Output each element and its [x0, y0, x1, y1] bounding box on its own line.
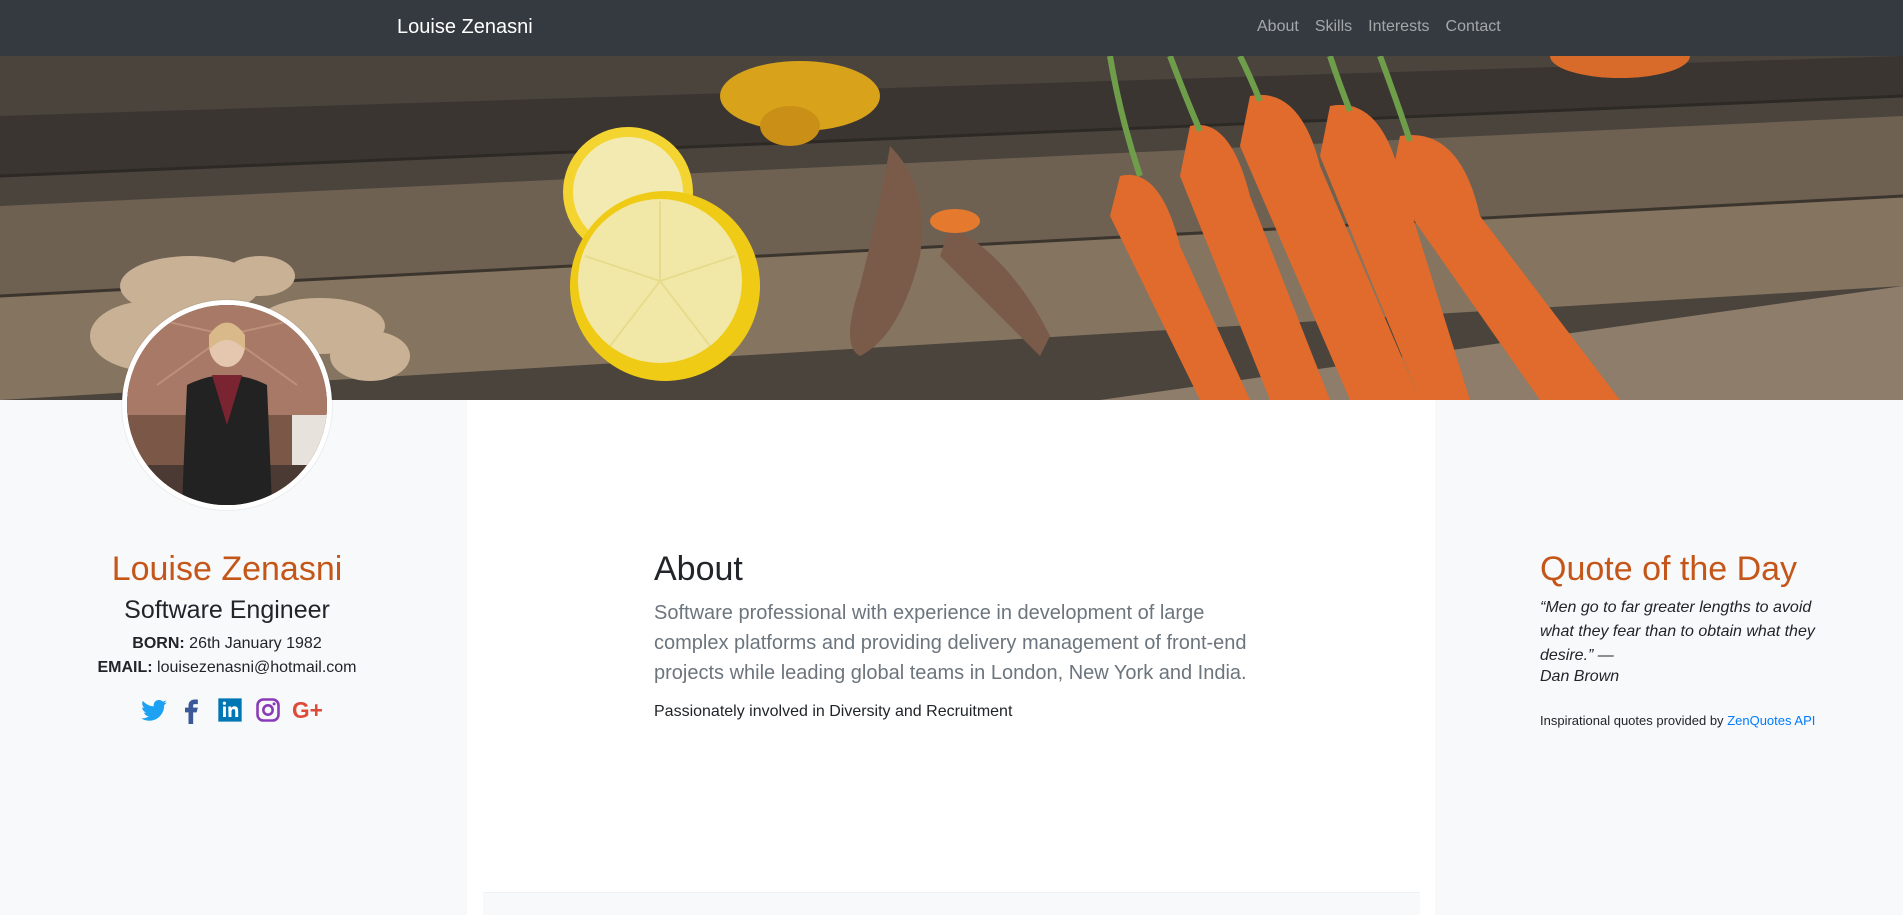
quote-heading: Quote of the Day [1540, 550, 1798, 588]
profile-email: EMAIL: louisezenasni@hotmail.com [0, 659, 454, 677]
email-label: EMAIL: [97, 659, 153, 676]
profile-avatar [122, 300, 332, 510]
about-subtext: Passionately involved in Diversity and R… [654, 703, 1013, 720]
born-label: BORN: [132, 635, 185, 652]
next-section-card [483, 892, 1420, 915]
born-value: 26th January 1982 [189, 635, 322, 652]
quote-text: “Men go to far greater lengths to avoid … [1540, 599, 1815, 664]
profile-born: BORN: 26th January 1982 [0, 635, 454, 653]
profile-job-title: Software Engineer [124, 596, 330, 624]
quote-credit-prefix: Inspirational quotes provided by [1540, 713, 1728, 728]
about-heading: About [654, 550, 743, 588]
about-lead: Software professional with experience in… [654, 602, 1247, 684]
instagram-icon[interactable] [254, 696, 282, 724]
profile-name: Louise Zenasni [111, 550, 343, 588]
navbar: Louise Zenasni About Skills Interests Co… [0, 0, 1903, 56]
social-links: G+ [140, 696, 326, 724]
zenquotes-link[interactable]: ZenQuotes API [1727, 713, 1815, 728]
quote-credit: Inspirational quotes provided by ZenQuot… [1540, 713, 1815, 728]
twitter-icon[interactable] [140, 696, 168, 724]
nav-link-skills[interactable]: Skills [1315, 18, 1352, 36]
navbar-brand[interactable]: Louise Zenasni [397, 16, 533, 39]
nav-link-contact[interactable]: Contact [1446, 18, 1501, 36]
quote-author: Dan Brown [1540, 668, 1620, 685]
nav-links: About Skills Interests Contact [1257, 18, 1501, 36]
email-value: louisezenasni@hotmail.com [157, 659, 357, 676]
nav-link-interests[interactable]: Interests [1368, 18, 1429, 36]
google-plus-icon[interactable]: G+ [292, 696, 326, 724]
linkedin-icon[interactable] [216, 696, 244, 724]
svg-text:G+: G+ [292, 697, 323, 723]
nav-link-about[interactable]: About [1257, 18, 1299, 36]
facebook-icon[interactable] [178, 696, 206, 724]
